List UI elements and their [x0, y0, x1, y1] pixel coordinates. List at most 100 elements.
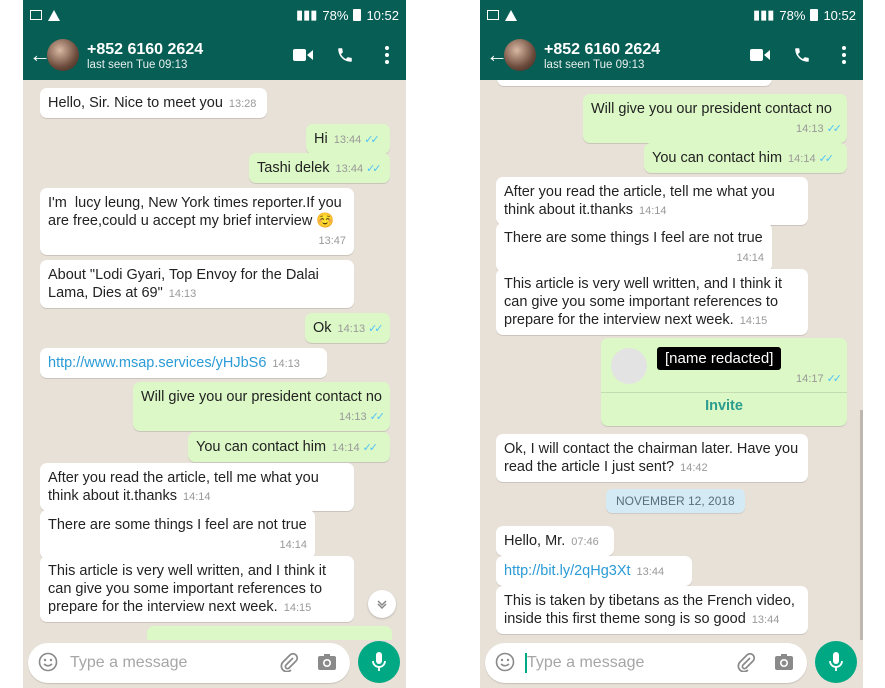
- message-incoming[interactable]: Hello, Sir. Nice to meet you 13:28: [40, 88, 267, 118]
- message-incoming[interactable]: Ok, I will contact the chairman later. H…: [496, 434, 808, 482]
- message-text: Tashi delek: [257, 160, 330, 176]
- more-options-icon[interactable]: [833, 44, 855, 66]
- camera-icon[interactable]: [774, 653, 794, 676]
- message-incoming[interactable]: There are some things I feel are not tru…: [496, 223, 772, 272]
- gallery-notification-icon: [30, 10, 42, 20]
- message-time: 14:13 ✓✓: [796, 123, 843, 135]
- message-outgoing-partial[interactable]: [147, 626, 392, 640]
- message-outgoing[interactable]: Hi 13:44 ✓✓: [306, 124, 390, 154]
- scrollbar[interactable]: [860, 410, 863, 640]
- message-incoming[interactable]: Hello, Mr. 07:46: [496, 526, 614, 556]
- signal-icon: ▮▮▮: [295, 7, 318, 22]
- battery-percent: 78%: [779, 7, 806, 23]
- last-seen: last seen Tue 09:13: [87, 58, 188, 71]
- video-call-icon[interactable]: [749, 44, 771, 66]
- video-call-icon[interactable]: [292, 44, 314, 66]
- message-time: 14:14: [279, 539, 307, 551]
- message-outgoing[interactable]: Will give you our president contact no 14…: [133, 382, 390, 431]
- message-time: 14:14: [788, 153, 816, 165]
- message-incoming[interactable]: There are some things I feel are not tru…: [40, 510, 315, 559]
- message-text: Will give you our president contact no: [591, 101, 832, 117]
- message-outgoing[interactable]: Will give you our president contact no 14…: [583, 94, 847, 143]
- message-time: 14:13: [337, 323, 366, 335]
- read-receipt-icon: ✓✓: [826, 123, 843, 135]
- message-incoming[interactable]: About "Lodi Gyari, Top Envoy for the Dal…: [40, 260, 354, 308]
- message-incoming-partial[interactable]: [497, 80, 772, 86]
- message-input[interactable]: Type a message: [28, 643, 350, 683]
- message-time: 13:44: [751, 614, 780, 626]
- message-text: Hello, Mr.: [504, 533, 566, 549]
- message-incoming[interactable]: This article is very well written, and I…: [40, 556, 354, 622]
- voice-call-icon[interactable]: [334, 44, 356, 66]
- attach-icon[interactable]: [736, 652, 756, 677]
- attach-icon[interactable]: [279, 652, 299, 677]
- message-list[interactable]: Will give you our president contact no 14…: [480, 80, 863, 640]
- message-outgoing[interactable]: You can contact him 14:14 ✓✓: [188, 432, 390, 462]
- clock: 10:52: [823, 7, 856, 23]
- message-list[interactable]: Hello, Sir. Nice to meet you 13:28 Hi 13:4…: [23, 80, 406, 640]
- message-outgoing[interactable]: You can contact him 14:14 ✓✓: [644, 143, 847, 173]
- message-time: 14:13: [168, 288, 197, 300]
- message-placeholder: Type a message: [527, 654, 645, 671]
- message-incoming[interactable]: This article is very well written, and I…: [496, 269, 808, 335]
- invite-button[interactable]: Invite: [601, 398, 847, 414]
- battery-percent: 78%: [322, 7, 349, 23]
- read-receipt-icon: ✓✓: [818, 153, 835, 165]
- message-time: 14:14: [736, 252, 764, 264]
- message-link[interactable]: http://bit.ly/2qHg3Xt: [504, 563, 631, 579]
- microphone-button[interactable]: [358, 641, 400, 683]
- chat-header: ← +852 6160 2624 last seen Tue 09:13: [480, 30, 863, 80]
- message-text: There are some things I feel are not tru…: [504, 230, 763, 246]
- message-incoming[interactable]: This is taken by tibetans as the French …: [496, 586, 808, 634]
- back-arrow-icon[interactable]: ←: [29, 42, 51, 68]
- message-time: 07:46: [571, 536, 599, 548]
- message-time: 13:44: [333, 134, 362, 146]
- microphone-icon: [829, 652, 843, 671]
- message-text: You can contact him: [196, 439, 327, 455]
- message-outgoing[interactable]: Ok 14:13 ✓✓: [305, 313, 390, 343]
- contact-card-name: [name redacted]: [657, 347, 782, 370]
- read-receipt-icon: ✓✓: [826, 373, 843, 385]
- message-incoming[interactable]: After you read the article, tell me what…: [40, 463, 354, 511]
- date-divider: NOVEMBER 12, 2018: [606, 489, 745, 513]
- voice-call-icon[interactable]: [791, 44, 813, 66]
- back-arrow-icon[interactable]: ←: [486, 42, 508, 68]
- more-options-icon[interactable]: [376, 44, 398, 66]
- message-incoming[interactable]: http://bit.ly/2qHg3Xt 13:44: [496, 556, 692, 586]
- message-time: 14:42: [680, 462, 708, 474]
- microphone-button[interactable]: [815, 641, 857, 683]
- status-bar: ▮▮▮ 78% 10:52: [23, 0, 406, 30]
- message-link[interactable]: http://www.msap.services/yHJbS6: [48, 355, 266, 371]
- contact-card-message[interactable]: [name redacted] 14:17 ✓✓ Invite: [601, 338, 847, 426]
- avatar[interactable]: [504, 39, 536, 71]
- emoji-icon[interactable]: [495, 652, 515, 677]
- contact-name: +852 6160 2624: [544, 40, 661, 58]
- signal-icon: ▮▮▮: [752, 7, 775, 22]
- scroll-down-button[interactable]: [368, 590, 396, 618]
- message-incoming[interactable]: http://www.msap.services/yHJbS6 14:13: [40, 348, 327, 378]
- message-time: 13:44: [636, 566, 665, 578]
- battery-icon: [810, 9, 819, 21]
- emoji-icon[interactable]: [38, 652, 58, 677]
- message-time: 14:17 ✓✓: [796, 373, 843, 385]
- contact-info[interactable]: +852 6160 2624 last seen Tue 09:13: [544, 40, 749, 71]
- message-input[interactable]: Type a message: [485, 643, 807, 683]
- camera-icon[interactable]: [317, 653, 337, 676]
- microphone-icon: [372, 652, 386, 671]
- message-placeholder: Type a message: [70, 654, 188, 671]
- contact-info[interactable]: +852 6160 2624 last seen Tue 09:13: [87, 40, 292, 71]
- message-time: 14:14: [638, 205, 667, 217]
- message-incoming[interactable]: After you read the article, tell me what…: [496, 177, 808, 225]
- composer-bar: Type a message: [480, 640, 863, 688]
- message-time: 14:14: [332, 442, 360, 454]
- message-incoming[interactable]: I'm lucy leung, New York times reporter.…: [40, 188, 354, 255]
- contact-name: +852 6160 2624: [87, 40, 204, 58]
- phone-screen-right: ▮▮▮ 78% 10:52 ← +852 6160 2624 last seen…: [480, 0, 863, 688]
- message-text: You can contact him: [652, 150, 783, 166]
- message-outgoing[interactable]: Tashi delek 13:44 ✓✓: [249, 153, 390, 183]
- gallery-notification-icon: [487, 10, 499, 20]
- avatar[interactable]: [47, 39, 79, 71]
- clock: 10:52: [366, 7, 399, 23]
- message-text: Hello, Sir. Nice to meet you: [48, 95, 223, 111]
- read-receipt-icon: ✓✓: [368, 323, 384, 335]
